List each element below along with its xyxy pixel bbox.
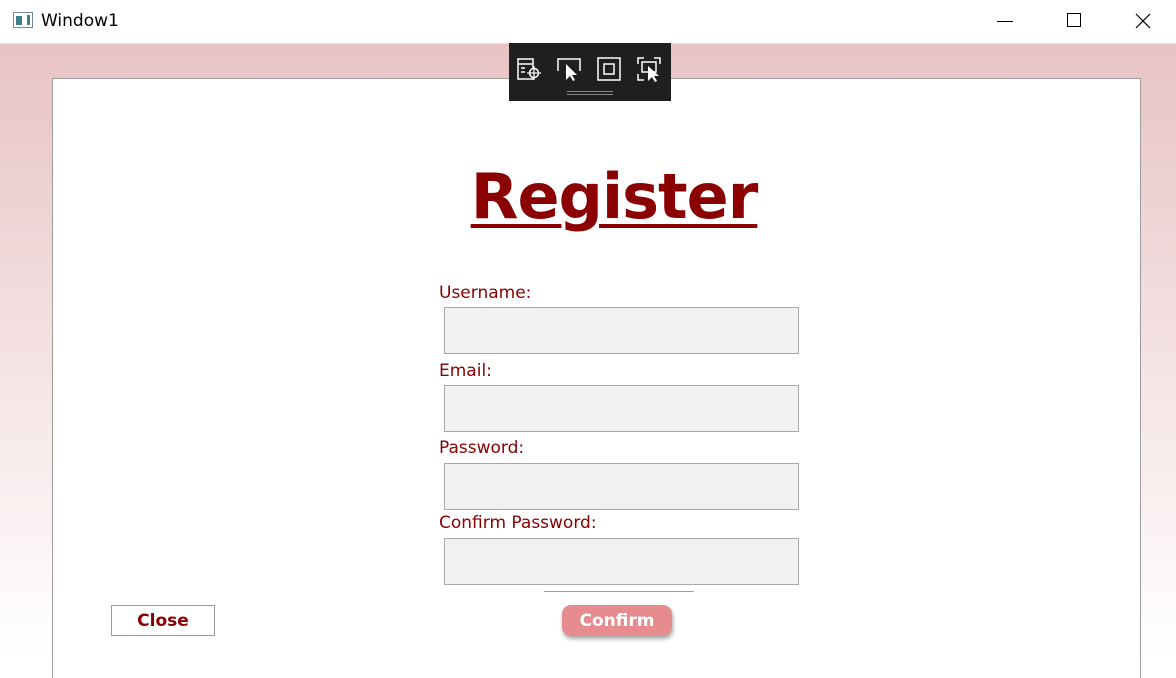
window-title: Window1: [41, 11, 119, 31]
display-layout-adorners-icon: [597, 57, 621, 81]
select-element-button[interactable]: [555, 55, 583, 83]
debug-toolbar[interactable]: [509, 43, 671, 101]
close-button[interactable]: Close: [111, 605, 215, 636]
email-label: Email:: [439, 361, 492, 381]
live-visual-tree-button[interactable]: [515, 55, 543, 83]
divider: [544, 591, 694, 592]
confirm-button[interactable]: Confirm: [562, 605, 672, 636]
confirm-password-input[interactable]: [444, 538, 799, 585]
close-icon: [1135, 13, 1151, 29]
close-window-button[interactable]: [1108, 0, 1176, 43]
app-icon: [13, 12, 33, 28]
minimize-button[interactable]: [970, 0, 1038, 43]
track-focused-element-button[interactable]: [635, 55, 663, 83]
toolbar-grip[interactable]: [567, 91, 613, 95]
username-input[interactable]: [444, 307, 799, 354]
track-focused-element-icon: [637, 57, 661, 82]
confirm-password-label: Confirm Password:: [439, 513, 597, 533]
maximize-button[interactable]: [1039, 0, 1107, 43]
page-title: Register: [470, 160, 759, 233]
username-label: Username:: [439, 283, 532, 303]
password-label: Password:: [439, 438, 525, 458]
live-visual-tree-icon: [517, 58, 541, 80]
password-input[interactable]: [444, 463, 799, 510]
display-layout-adorners-button[interactable]: [595, 55, 623, 83]
title-bar[interactable]: Window1: [0, 0, 1176, 44]
select-element-icon: [557, 58, 581, 81]
email-input[interactable]: [444, 385, 799, 432]
